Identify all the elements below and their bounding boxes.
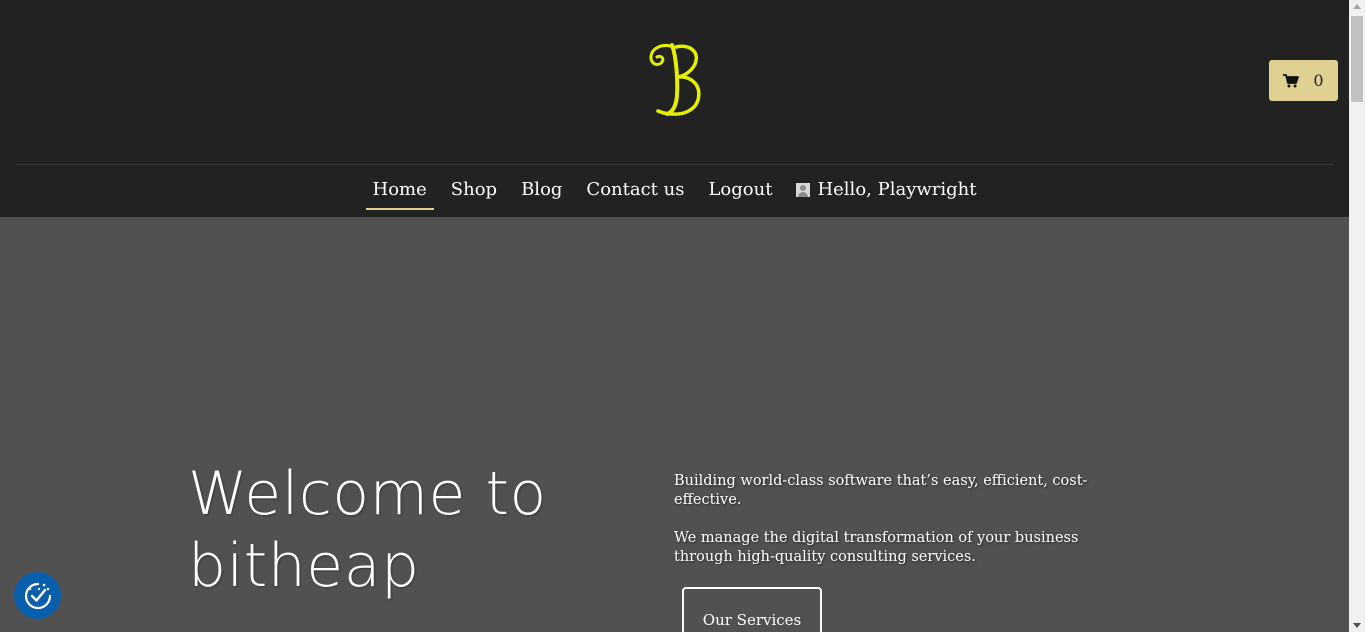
cart-count: 0	[1313, 71, 1324, 90]
cart-button[interactable]: 0	[1269, 60, 1338, 101]
nav-contact-label: Contact us	[586, 179, 685, 200]
vertical-scrollbar[interactable]	[1349, 0, 1365, 632]
cookie-consent-button[interactable]	[14, 572, 61, 619]
cookie-consent-icon	[24, 582, 51, 609]
hero-text: Building world-class software that’s eas…	[674, 472, 1124, 567]
nav-logout-label: Logout	[708, 179, 773, 200]
nav-contact[interactable]: Contact us	[574, 168, 696, 209]
logo-b-icon	[649, 43, 701, 116]
scrollbar-thumb[interactable]	[1351, 16, 1363, 102]
hero-text-2: We manage the digital transformation of …	[674, 530, 1079, 565]
scroll-down-arrow-icon[interactable]	[1353, 623, 1361, 628]
site-header: 0 Home Shop Blog Contact us Logout Hello…	[0, 0, 1349, 217]
hero-text-1: Building world-class software that’s eas…	[674, 473, 1088, 508]
nav-home[interactable]: Home	[361, 168, 439, 210]
site-logo[interactable]	[640, 38, 710, 122]
scroll-up-arrow-icon[interactable]	[1353, 4, 1361, 9]
header-divider	[16, 164, 1333, 165]
nav-home-label: Home	[372, 179, 427, 200]
nav-shop-label: Shop	[450, 179, 498, 200]
nav-blog-label: Blog	[521, 179, 563, 200]
user-greeting: Hello, Playwright	[817, 179, 977, 200]
nav-shop[interactable]: Shop	[439, 168, 509, 209]
nav-user-account[interactable]: Hello, Playwright	[784, 168, 988, 209]
shopping-cart-icon	[1283, 73, 1300, 87]
main-nav: Home Shop Blog Contact us Logout Hello, …	[0, 168, 1349, 214]
nav-logout[interactable]: Logout	[696, 168, 784, 209]
user-avatar-icon	[796, 182, 811, 197]
nav-blog[interactable]: Blog	[509, 168, 574, 209]
hero-title: Welcome to bitheap	[188, 459, 547, 601]
our-services-label: Our Services	[702, 611, 802, 629]
our-services-button[interactable]: Our Services	[682, 587, 822, 632]
